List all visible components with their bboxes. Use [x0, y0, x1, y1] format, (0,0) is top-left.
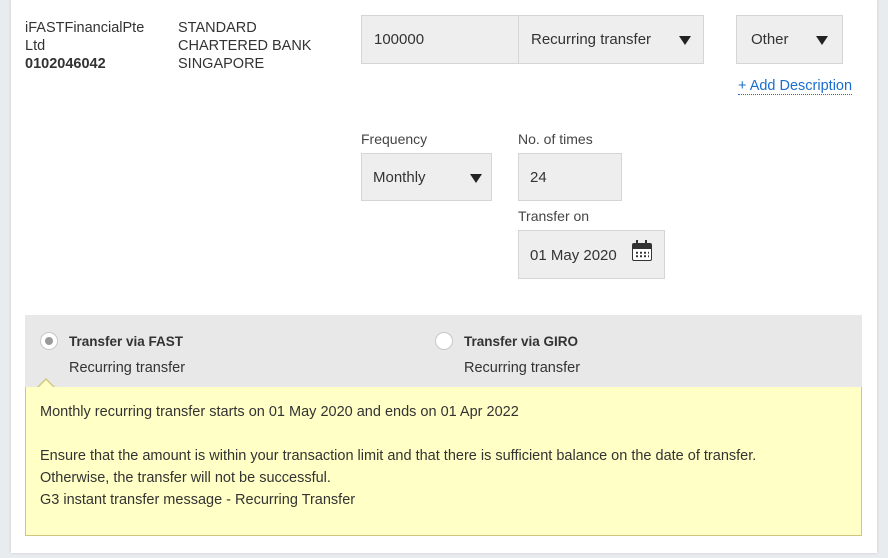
- calendar-icon[interactable]: [632, 240, 652, 261]
- purpose-select[interactable]: Other: [736, 15, 843, 64]
- frequency-value: Monthly: [373, 169, 426, 186]
- radio-button-fast[interactable]: [40, 332, 58, 350]
- purpose-value: Other: [751, 31, 789, 48]
- recipient-account-number: 0102046042: [25, 56, 106, 72]
- amount-input[interactable]: 100000: [361, 15, 519, 64]
- method-subtitle-giro: Recurring transfer: [464, 360, 581, 376]
- method-subtitle-fast: Recurring transfer: [69, 360, 186, 376]
- recipient-bank: STANDARD CHARTERED BANK SINGAPORE: [178, 20, 312, 72]
- times-label: No. of times: [518, 131, 593, 147]
- transfer-date-value: 01 May 2020: [530, 247, 617, 264]
- notice-line-3: G3 instant transfer message - Recurring …: [40, 492, 356, 508]
- transfer-date-input[interactable]: 01 May 2020: [518, 230, 665, 279]
- chevron-down-icon: [470, 174, 482, 183]
- frequency-label: Frequency: [361, 131, 428, 147]
- transfer-panel: iFASTFinancialPte Ltd 0102046042 STANDAR…: [11, 0, 877, 553]
- times-value: 24: [530, 169, 547, 186]
- notice-summary: Monthly recurring transfer starts on 01 …: [40, 404, 519, 420]
- chevron-down-icon: [679, 36, 691, 45]
- chevron-down-icon: [816, 36, 828, 45]
- notice-line-1: Ensure that the amount is within your tr…: [40, 448, 757, 464]
- transfer-method-bar: Transfer via FAST Recurring transfer Tra…: [25, 315, 862, 387]
- add-description-link[interactable]: + Add Description: [738, 78, 853, 95]
- amount-value: 100000: [374, 31, 425, 48]
- transfer-type-select[interactable]: Recurring transfer: [518, 15, 704, 64]
- transfer-on-label: Transfer on: [518, 208, 590, 224]
- notice-line-2: Otherwise, the transfer will not be succ…: [40, 470, 331, 486]
- frequency-select[interactable]: Monthly: [361, 153, 492, 201]
- notice-box: Monthly recurring transfer starts on 01 …: [25, 387, 862, 536]
- method-title-fast: Transfer via FAST: [69, 334, 184, 349]
- times-input[interactable]: 24: [518, 153, 622, 201]
- transfer-type-value: Recurring transfer: [531, 31, 652, 48]
- radio-button-giro[interactable]: [435, 332, 453, 350]
- method-title-giro: Transfer via GIRO: [464, 334, 579, 349]
- notice-pointer-fill: [37, 380, 55, 389]
- recipient-name: iFASTFinancialPte Ltd: [25, 20, 145, 54]
- method-option-fast[interactable]: Transfer via FAST Recurring transfer: [25, 315, 425, 387]
- method-option-giro[interactable]: Transfer via GIRO Recurring transfer: [435, 315, 855, 387]
